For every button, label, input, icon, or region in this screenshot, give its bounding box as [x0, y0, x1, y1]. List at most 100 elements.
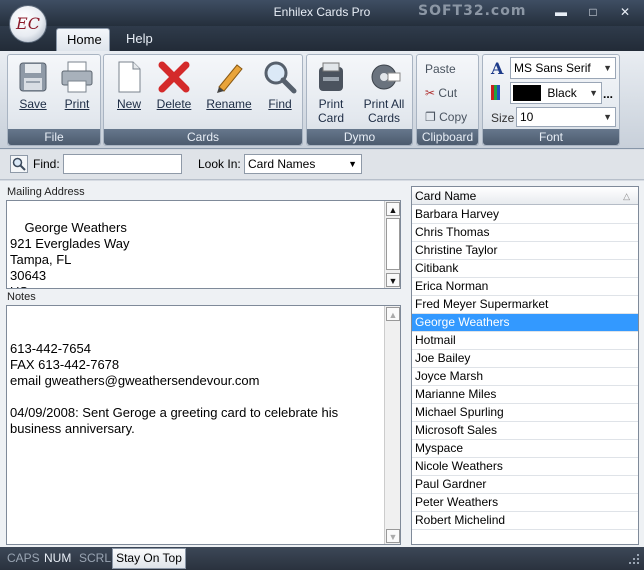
- print-button[interactable]: Print: [56, 57, 98, 111]
- app-logo-icon: EC: [16, 14, 40, 33]
- list-item[interactable]: Paul Gardner: [412, 476, 638, 494]
- notes-scrollbar[interactable]: ▲ ▼: [384, 306, 400, 544]
- look-in-label: Look In:: [198, 157, 241, 171]
- copy-icon: ❐: [425, 110, 436, 124]
- rename-card-button[interactable]: Rename: [202, 57, 256, 111]
- scroll-thumb[interactable]: [386, 218, 400, 270]
- floppy-disk-icon: [19, 62, 47, 92]
- font-size-select[interactable]: 10 ▼: [516, 107, 616, 127]
- blank-page-icon: [118, 61, 141, 93]
- print-label: Print: [64, 97, 90, 111]
- font-dialog-button[interactable]: ...: [603, 87, 613, 101]
- list-item[interactable]: Myspace: [412, 440, 638, 458]
- print-all-label-2: Cards: [367, 111, 400, 125]
- scroll-up-icon[interactable]: ▲: [386, 202, 400, 216]
- window-title: Enhilex Cards Pro: [273, 5, 371, 19]
- paste-button[interactable]: Paste: [425, 60, 456, 78]
- list-item[interactable]: Joyce Marsh: [412, 368, 638, 386]
- label-printer-icon: [319, 62, 343, 91]
- application-menu-button[interactable]: EC: [9, 5, 47, 43]
- tab-help[interactable]: Help: [116, 28, 163, 51]
- list-item[interactable]: Nicole Weathers: [412, 458, 638, 476]
- print-card-button[interactable]: Print Card: [311, 57, 351, 125]
- font-color-value: Black: [547, 86, 577, 100]
- chevron-down-icon: ▼: [603, 63, 612, 73]
- list-item[interactable]: Barbara Harvey: [412, 206, 638, 224]
- list-item[interactable]: Citibank: [412, 260, 638, 278]
- scroll-down-icon[interactable]: ▼: [386, 273, 400, 287]
- font-group-label: Font: [483, 129, 619, 145]
- find-input[interactable]: [63, 154, 182, 174]
- search-icon: [10, 155, 28, 173]
- mailing-address-label: Mailing Address: [7, 186, 85, 198]
- list-item[interactable]: Microsoft Sales: [412, 422, 638, 440]
- status-bar: CAPS NUM SCRL Stay On Top: [0, 547, 644, 570]
- scroll-up-icon[interactable]: ▲: [386, 307, 400, 321]
- content-area: Mailing Address George Weathers 921 Ever…: [0, 181, 644, 547]
- print-all-cards-button[interactable]: Print All Cards: [357, 57, 411, 125]
- scissors-icon: ✂: [425, 86, 436, 100]
- look-in-value: Card Names: [248, 157, 316, 171]
- delete-label: Delete: [156, 97, 192, 111]
- num-lock-indicator: NUM: [44, 551, 72, 565]
- red-x-icon: [158, 61, 190, 93]
- list-item[interactable]: Hotmail: [412, 332, 638, 350]
- list-item[interactable]: Erica Norman: [412, 278, 638, 296]
- rename-label: Rename: [206, 97, 252, 111]
- look-in-select[interactable]: Card Names ▼: [244, 154, 362, 174]
- minimize-button[interactable]: ▬: [550, 3, 572, 21]
- notes-text: 613-442-7654 FAX 613-442-7678 email gwea…: [10, 341, 339, 436]
- cut-label: Cut: [438, 86, 458, 100]
- find-card-button[interactable]: Find: [260, 57, 300, 111]
- stay-on-top-button[interactable]: Stay On Top: [112, 548, 186, 569]
- new-card-button[interactable]: New: [110, 57, 148, 111]
- print-card-label-1: Print: [318, 97, 344, 111]
- list-item[interactable]: Christine Taylor: [412, 242, 638, 260]
- chevron-down-icon: ▼: [348, 159, 357, 169]
- ribbon-group-cards: New Delete Rename Find Cards: [103, 54, 303, 146]
- list-item[interactable]: Marianne Miles: [412, 386, 638, 404]
- card-name-header-label: Card Name: [415, 189, 477, 203]
- mailing-address-textarea[interactable]: George Weathers 921 Everglades Way Tampa…: [6, 200, 401, 289]
- font-name-select[interactable]: MS Sans Serif ▼: [510, 57, 616, 79]
- close-button[interactable]: ✕: [614, 3, 636, 21]
- ribbon: Save Print File New Delete Rename Find C…: [0, 51, 644, 149]
- cut-button[interactable]: ✂ Cut: [425, 84, 457, 102]
- list-item[interactable]: Peter Weathers: [412, 494, 638, 512]
- caps-lock-indicator: CAPS: [7, 551, 40, 565]
- copy-button[interactable]: ❐ Copy: [425, 108, 467, 126]
- title-bar: Enhilex Cards Pro SOFT32.com ▬ □ ✕: [0, 0, 644, 26]
- list-item[interactable]: Robert Michelind: [412, 512, 638, 530]
- font-color-select[interactable]: Black ▼: [510, 82, 602, 104]
- find-bar: Find: Look In: Card Names ▼: [0, 150, 644, 180]
- tab-home[interactable]: Home: [56, 28, 110, 51]
- save-button[interactable]: Save: [12, 57, 54, 111]
- list-item[interactable]: Fred Meyer Supermarket: [412, 296, 638, 314]
- save-label: Save: [19, 97, 47, 111]
- ribbon-group-dymo: Print Card Print All Cards Dymo: [306, 54, 413, 146]
- card-name-list[interactable]: Card Name △ Barbara Harvey Chris Thomas …: [411, 186, 639, 545]
- resize-grip-icon[interactable]: [627, 552, 641, 566]
- font-name-value: MS Sans Serif: [514, 61, 591, 75]
- list-item-selected[interactable]: George Weathers: [412, 314, 638, 332]
- font-face-icon: A: [491, 59, 504, 78]
- card-name-column-header[interactable]: Card Name △: [412, 187, 638, 205]
- notes-textarea[interactable]: 613-442-7654 FAX 613-442-7678 email gwea…: [6, 305, 401, 545]
- mailing-scrollbar[interactable]: ▲ ▼: [384, 201, 400, 288]
- print-card-label-2: Card: [317, 111, 344, 125]
- maximize-button[interactable]: □: [582, 3, 604, 21]
- list-item[interactable]: Chris Thomas: [412, 224, 638, 242]
- print-all-label-1: Print All: [363, 97, 405, 111]
- ribbon-group-file: Save Print File: [7, 54, 101, 146]
- size-label: Size: [491, 111, 515, 125]
- list-item[interactable]: Michael Spurling: [412, 404, 638, 422]
- delete-card-button[interactable]: Delete: [152, 57, 196, 111]
- pencil-icon: [217, 64, 243, 93]
- notes-label: Notes: [7, 291, 36, 303]
- copy-label: Copy: [439, 110, 468, 124]
- find-field-label: Find:: [33, 157, 60, 171]
- scroll-down-icon[interactable]: ▼: [386, 529, 400, 543]
- watermark-text: SOFT32.com: [418, 3, 527, 19]
- list-item[interactable]: Joe Bailey: [412, 350, 638, 368]
- mailing-address-text: George Weathers 921 Everglades Way Tampa…: [10, 220, 130, 288]
